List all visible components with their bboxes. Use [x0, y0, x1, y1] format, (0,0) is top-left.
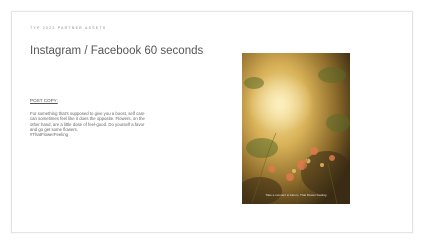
hashtag: #ThatFlowerFeeling [30, 132, 68, 138]
flower-photo [242, 53, 350, 204]
page-title: Instagram / Facebook 60 seconds [30, 45, 204, 57]
video-caption: Take a moment to bloom. That Flower Feel… [265, 193, 327, 197]
asset-page: TYP 2023 PARTNER ASSETS Instagram / Face… [11, 11, 413, 233]
post-copy-line: can sometimes feel like it does the oppo… [30, 116, 145, 122]
video-thumbnail[interactable]: Take a moment to bloom. That Flower Feel… [242, 53, 350, 204]
post-copy-label: POST COPY: [30, 98, 58, 103]
eyebrow-label: TYP 2023 PARTNER ASSETS [30, 26, 107, 30]
post-copy-body: For something that's supposed to give yo… [30, 111, 148, 137]
